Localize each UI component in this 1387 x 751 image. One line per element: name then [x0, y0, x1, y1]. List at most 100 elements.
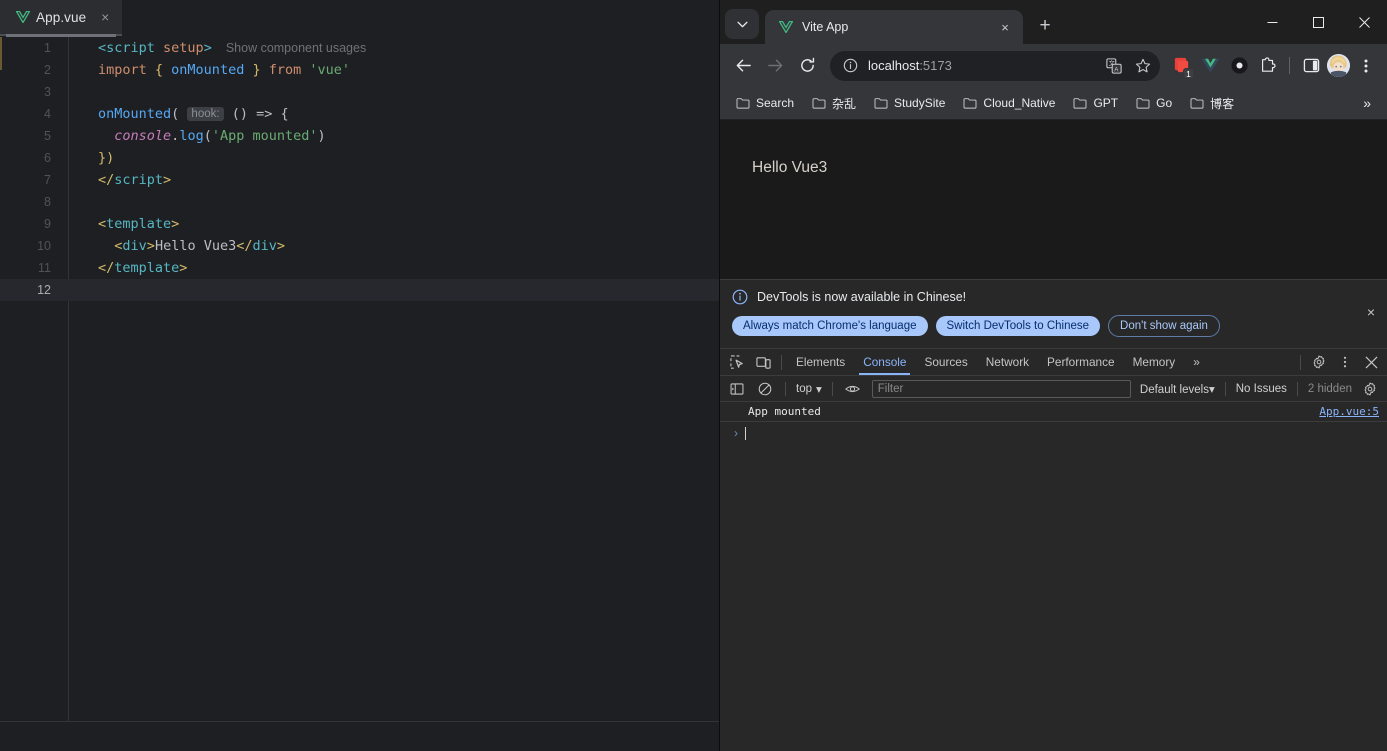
console-input-prompt[interactable]: › — [720, 422, 1387, 444]
address-bar[interactable]: localhost:5173 文A — [830, 50, 1160, 81]
switch-devtools-language-button[interactable]: Switch DevTools to Chinese — [935, 316, 1101, 336]
folder-icon — [1136, 97, 1150, 109]
close-button[interactable] — [1341, 0, 1387, 44]
device-toolbar-icon[interactable] — [750, 350, 776, 374]
tab-elements[interactable]: Elements — [787, 349, 854, 375]
code-token: } — [244, 62, 269, 78]
toolbar-divider — [1289, 57, 1290, 74]
tab-console[interactable]: Console — [854, 349, 915, 375]
line-number: 2 — [44, 63, 51, 77]
tab-memory[interactable]: Memory — [1124, 349, 1185, 375]
console-output[interactable]: App mounted App.vue:5 › — [720, 402, 1387, 751]
code-token: <script — [98, 40, 155, 56]
bookmark-item[interactable]: Go — [1128, 92, 1180, 114]
console-filter-input[interactable]: Filter — [871, 379, 1131, 398]
devtools-tab-bar: Elements Console Sources Network Perform… — [720, 349, 1387, 376]
back-button[interactable] — [728, 51, 758, 81]
info-circle-icon — [732, 289, 748, 305]
console-context-selector[interactable]: top ▾ — [793, 382, 825, 396]
ide-tab-label: App.vue — [36, 9, 87, 25]
vue-devtools-extension-icon[interactable] — [1197, 52, 1223, 80]
bookmark-item[interactable]: StudySite — [866, 92, 953, 114]
console-levels-dropdown[interactable]: Default levels▾ — [1137, 382, 1218, 396]
minimize-button[interactable] — [1249, 0, 1295, 44]
tabs-overflow-button[interactable]: » — [1184, 349, 1209, 375]
close-icon[interactable]: × — [995, 17, 1015, 37]
line-number: 3 — [44, 85, 51, 99]
gear-icon[interactable] — [1357, 377, 1383, 401]
bookmark-item[interactable]: GPT — [1065, 92, 1126, 114]
tab-search-button[interactable] — [725, 9, 759, 39]
code-token: > — [276, 238, 286, 254]
info-circle-icon[interactable] — [839, 55, 861, 77]
ide-tab-app-vue[interactable]: App.vue × — [0, 0, 123, 36]
line-number: 10 — [37, 239, 51, 253]
chevron-down-icon: ▾ — [1208, 383, 1215, 396]
bookmark-label: 杂乱 — [832, 96, 857, 111]
url-port: :5173 — [919, 58, 952, 73]
tab-network[interactable]: Network — [977, 349, 1038, 375]
line-number: 5 — [44, 129, 51, 143]
maximize-button[interactable] — [1295, 0, 1341, 44]
side-panel-icon[interactable] — [1298, 52, 1324, 80]
divider — [781, 354, 782, 370]
browser-toolbar: localhost:5173 文A 1 — [720, 44, 1387, 87]
line-number: 11 — [38, 261, 51, 275]
code-token: > — [163, 172, 172, 188]
bookmark-item[interactable]: Search — [728, 92, 802, 114]
always-match-language-button[interactable]: Always match Chrome's language — [732, 316, 928, 336]
tab-sources[interactable]: Sources — [915, 349, 976, 375]
divider — [1300, 354, 1301, 370]
three-dots-vertical-icon[interactable] — [1332, 350, 1358, 374]
live-expression-icon[interactable] — [840, 377, 866, 401]
bookmark-item[interactable]: Cloud_Native — [955, 92, 1063, 114]
code-token: ( — [203, 128, 212, 144]
bookmark-item[interactable]: 博客 — [1182, 91, 1242, 116]
inlay-hint-usages[interactable]: Show component usages — [212, 41, 366, 55]
devtools-tab-bar-actions — [1295, 350, 1387, 374]
reload-button[interactable] — [792, 51, 822, 81]
console-sidebar-icon[interactable] — [724, 377, 750, 401]
bookmark-label: Search — [756, 96, 795, 110]
divider — [1296, 381, 1298, 396]
gear-icon[interactable] — [1306, 350, 1332, 374]
close-icon[interactable]: × — [1367, 304, 1375, 320]
clear-console-icon[interactable] — [752, 377, 778, 401]
divider — [831, 381, 833, 396]
user-avatar[interactable] — [1327, 54, 1350, 77]
hidden-messages-count[interactable]: 2 hidden — [1305, 383, 1355, 395]
code-text: }) — [69, 150, 114, 166]
clipboard-extension-icon[interactable]: 1 — [1168, 52, 1194, 80]
code-text: <script setup> Show component usages — [69, 40, 366, 56]
bookmark-label: GPT — [1093, 96, 1119, 110]
console-message-source-link[interactable]: App.vue:5 — [1319, 405, 1379, 418]
folder-icon — [963, 97, 977, 109]
puzzle-extensions-icon[interactable] — [1255, 52, 1281, 80]
translate-icon[interactable]: 文A — [1103, 55, 1125, 77]
bookmarks-overflow-button[interactable]: » — [1355, 93, 1379, 113]
bookmark-item[interactable]: 杂乱 — [804, 91, 864, 116]
browser-tab-title: Vite App — [802, 20, 849, 34]
folder-icon — [874, 97, 888, 109]
code-text: onMounted( hook: () => { — [69, 106, 289, 122]
forward-button[interactable] — [760, 51, 790, 81]
code-token: onMounted — [98, 106, 172, 122]
console-message[interactable]: App mounted App.vue:5 — [720, 402, 1387, 422]
close-icon[interactable]: × — [98, 10, 112, 24]
dont-show-again-button[interactable]: Don't show again — [1108, 315, 1220, 337]
tab-performance[interactable]: Performance — [1038, 349, 1124, 375]
code-token: { — [146, 62, 172, 78]
inspect-element-icon[interactable] — [724, 350, 750, 374]
close-devtools-icon[interactable] — [1358, 350, 1384, 374]
star-icon[interactable] — [1132, 55, 1154, 77]
three-dots-vertical-icon[interactable] — [1353, 52, 1379, 80]
code-token: 'vue' — [301, 62, 351, 78]
browser-tab-vite-app[interactable]: Vite App × — [765, 10, 1023, 44]
code-token: </ — [98, 172, 115, 188]
code-text: import { onMounted } from 'vue' — [69, 62, 350, 78]
extensions-area: 1 — [1168, 52, 1379, 80]
code-text: console.log('App mounted') — [69, 128, 325, 144]
circle-extension-icon[interactable] — [1226, 52, 1252, 80]
new-tab-button[interactable]: + — [1031, 12, 1059, 40]
issues-status[interactable]: No Issues — [1233, 383, 1290, 395]
